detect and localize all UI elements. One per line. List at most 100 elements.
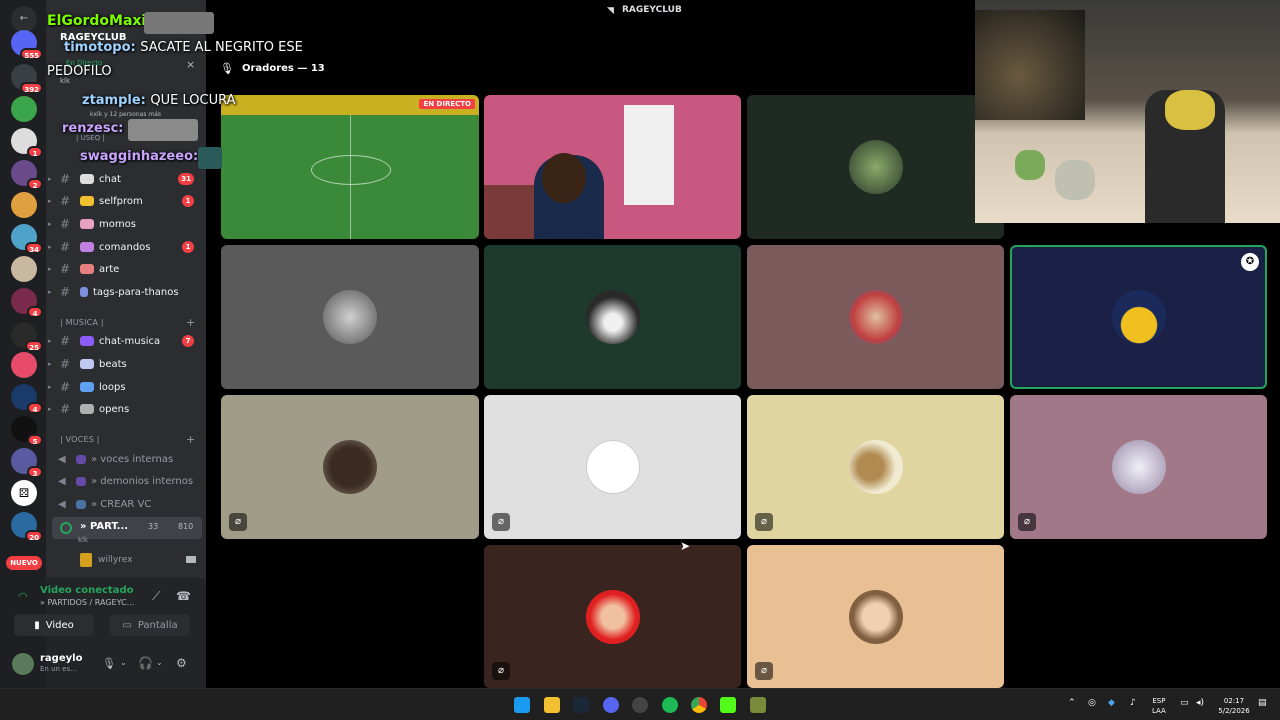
channel-item[interactable]: ▸ # opens — [46, 399, 204, 419]
kick-icon[interactable] — [720, 697, 736, 713]
discord-icon[interactable] — [603, 697, 619, 713]
steam-icon[interactable] — [573, 697, 589, 713]
speaker-icon: ◀ — [58, 476, 66, 487]
channel-item[interactable]: ▸ # beats — [46, 354, 204, 374]
channel-item[interactable]: ▸ # chat-musica 7 — [46, 331, 204, 351]
avatar[interactable] — [12, 653, 34, 675]
channel-label: comandos — [99, 241, 151, 253]
bookshelf — [624, 105, 674, 205]
add-channel-icon[interactable]: + — [186, 316, 195, 329]
server-icon[interactable]: 34 — [11, 224, 43, 254]
username[interactable]: rageylo — [40, 653, 82, 664]
close-icon[interactable]: × — [186, 58, 195, 71]
unread-badge: 7 — [182, 335, 194, 347]
muted-icon: ⌀ — [1018, 513, 1036, 531]
video-tile[interactable] — [747, 95, 1004, 239]
windows-start-icon[interactable] — [514, 697, 530, 713]
channel-item[interactable]: ▸ # tags-para-thanos — [46, 282, 204, 302]
clock[interactable]: 02:17 5/2/2026 — [1214, 696, 1254, 716]
tray-app-icon[interactable]: ◆ — [1108, 698, 1115, 708]
muted-icon: ⌀ — [755, 662, 773, 680]
direct-messages-icon[interactable]: 555 — [11, 30, 43, 60]
microphone-icon[interactable]: 🎙 — [102, 657, 116, 670]
server-icon[interactable] — [11, 256, 37, 282]
video-button[interactable]: ▮ Video — [14, 614, 94, 636]
avatar — [848, 290, 903, 344]
video-tile-speaking[interactable]: ✪ — [1010, 245, 1267, 389]
app-icon[interactable] — [750, 697, 766, 713]
server-icon[interactable]: 25 — [11, 322, 43, 352]
voice-channel[interactable]: ◀ » voces internas — [58, 449, 173, 469]
server-icon[interactable]: 5 — [11, 416, 43, 446]
file-explorer-icon[interactable] — [544, 697, 560, 713]
server-icon[interactable]: 2 — [11, 160, 43, 190]
gear-icon[interactable]: ⚙ — [176, 656, 187, 670]
server-icon[interactable]: 1 — [11, 128, 43, 158]
channel-item[interactable]: ▸ # loops — [46, 377, 204, 397]
server-icon[interactable] — [11, 192, 37, 218]
channel-item[interactable]: ▸ # arte — [46, 259, 204, 279]
server-icon[interactable]: 20 — [11, 512, 43, 542]
video-tile-game-stream[interactable]: EN DIRECTO — [221, 95, 479, 239]
voice-channel[interactable]: ◀ » demonios internos — [58, 471, 193, 491]
chevron-down-icon[interactable]: ⌄ — [120, 658, 127, 667]
video-tile[interactable]: ⌀ — [1010, 395, 1267, 539]
language-indicator[interactable]: ESP LAA — [1152, 696, 1166, 716]
overlay-user: timotopo: — [64, 40, 136, 55]
disconnect-icon[interactable]: ☎ — [176, 589, 191, 603]
pitch-circle — [311, 155, 391, 185]
video-tile[interactable]: ⌀ — [484, 545, 741, 688]
network-icon[interactable]: ▭ — [1180, 698, 1189, 708]
spotify-icon[interactable] — [662, 697, 678, 713]
server-icon[interactable]: 4 — [11, 288, 43, 318]
channel-item[interactable]: ▸ # comandos 1 — [46, 237, 204, 257]
noise-suppression-icon[interactable]: ⟋ — [152, 589, 160, 604]
obs-icon[interactable] — [632, 697, 648, 713]
tray-app-icon[interactable]: ◎ — [1088, 698, 1096, 708]
channel-label: chat — [99, 173, 121, 185]
server-icon[interactable] — [11, 96, 37, 122]
video-tile[interactable]: ⌀ — [747, 545, 1004, 688]
channel-item[interactable]: ▸ # chat 31 — [46, 169, 204, 189]
voice-status[interactable]: Video conectado — [40, 585, 133, 596]
add-channel-icon[interactable]: + — [186, 433, 195, 446]
category-musica[interactable]: | MUSICA | — [60, 318, 104, 327]
volume-icon[interactable]: ◂) — [1196, 698, 1204, 708]
channel-label: arte — [99, 263, 120, 275]
person-head — [542, 153, 586, 203]
speaker-icon: ◀ — [58, 454, 66, 465]
back-arrow-icon[interactable]: ← — [11, 6, 37, 32]
video-tile[interactable]: ⌀ — [221, 395, 479, 539]
microphone-icon[interactable]: ♪ — [1130, 698, 1136, 708]
listener-count: 810 — [178, 522, 194, 531]
video-tile[interactable]: ⌀ — [484, 395, 741, 539]
overlay-small-text: En Directo — [66, 59, 103, 67]
dice-icon[interactable]: ⚄ — [11, 480, 37, 506]
tray-expand-icon[interactable]: ⌃ — [1068, 698, 1076, 708]
voice-member[interactable]: willyrex — [98, 555, 132, 565]
server-icon[interactable]: 4 — [11, 384, 43, 414]
signal-icon[interactable]: ◠ — [18, 590, 28, 603]
headphones-icon[interactable]: 🎧 — [138, 656, 153, 670]
server-icon[interactable] — [11, 352, 37, 378]
video-tile[interactable] — [221, 245, 479, 389]
voice-location[interactable]: » PARTIDOS / RAGEYC... — [40, 598, 134, 607]
video-tile[interactable] — [747, 245, 1004, 389]
channel-item[interactable]: ▸ # selfprom 1 — [46, 191, 204, 211]
video-tile[interactable]: ⌀ — [747, 395, 1004, 539]
video-tile[interactable] — [484, 245, 741, 389]
category-voces[interactable]: | VOCES | — [60, 435, 100, 444]
video-tile-webcam[interactable] — [484, 95, 741, 239]
channel-item[interactable]: ▸ # momos — [46, 214, 204, 234]
pitch-line — [350, 115, 351, 239]
avatar — [848, 140, 903, 194]
notifications-icon[interactable]: ▤ — [1258, 698, 1267, 708]
server-icon[interactable]: 3 — [11, 448, 43, 478]
chrome-icon[interactable] — [691, 697, 707, 713]
avatar — [1111, 440, 1166, 494]
chevron-down-icon[interactable]: ⌄ — [156, 658, 163, 667]
screen-share-button[interactable]: ▭ Pantalla — [110, 614, 190, 636]
voice-channel[interactable]: ◀ » CREAR VC — [58, 494, 151, 514]
server-icon[interactable]: 392 — [11, 64, 43, 94]
user-status: En un es... — [40, 665, 77, 673]
